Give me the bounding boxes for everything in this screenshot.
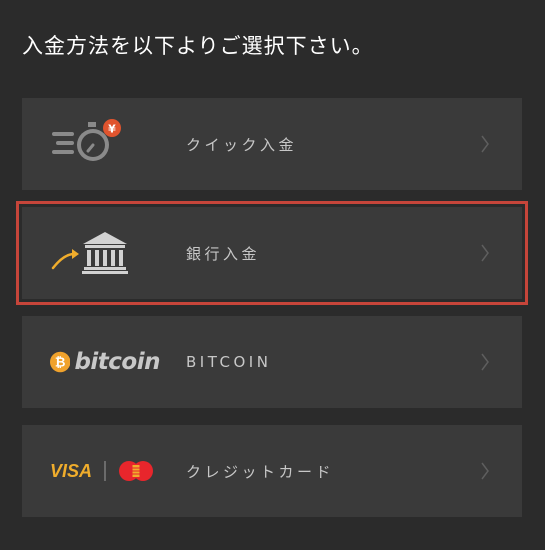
deposit-method-page: 入金方法を以下よりご選択下さい。 ¥ クイック入金 銀行入金 ₿ bitcoin…: [0, 0, 545, 550]
option-bitcoin[interactable]: ₿ bitcoin BITCOIN: [22, 316, 522, 408]
visa-logo: VISA: [50, 460, 93, 481]
bitcoin-wordmark: bitcoin: [74, 349, 160, 375]
bank-building-icon: [50, 207, 160, 299]
option-label: BITCOIN: [186, 353, 272, 371]
option-label: クイック入金: [186, 135, 298, 154]
logo-divider: [104, 461, 107, 481]
option-label: クレジットカード: [186, 462, 335, 481]
chevron-right-icon: [480, 316, 490, 408]
svg-text:₿: ₿: [55, 356, 66, 371]
quick-deposit-icon: ¥: [50, 98, 160, 190]
card-brand-logos: VISA: [50, 425, 160, 517]
chevron-right-icon: [480, 425, 490, 517]
mastercard-icon: [119, 461, 154, 481]
option-label: 銀行入金: [186, 244, 261, 263]
page-title: 入金方法を以下よりご選択下さい。: [22, 34, 374, 58]
option-quick-deposit[interactable]: ¥ クイック入金: [22, 98, 522, 190]
chevron-right-icon: [480, 207, 490, 299]
bitcoin-icon: ₿: [50, 351, 71, 373]
svg-text:¥: ¥: [108, 123, 116, 136]
bitcoin-logo: ₿ bitcoin: [50, 316, 160, 408]
option-credit-card[interactable]: VISA クレジットカード: [22, 425, 522, 517]
chevron-right-icon: [480, 98, 490, 190]
option-bank-deposit[interactable]: 銀行入金: [16, 201, 528, 305]
